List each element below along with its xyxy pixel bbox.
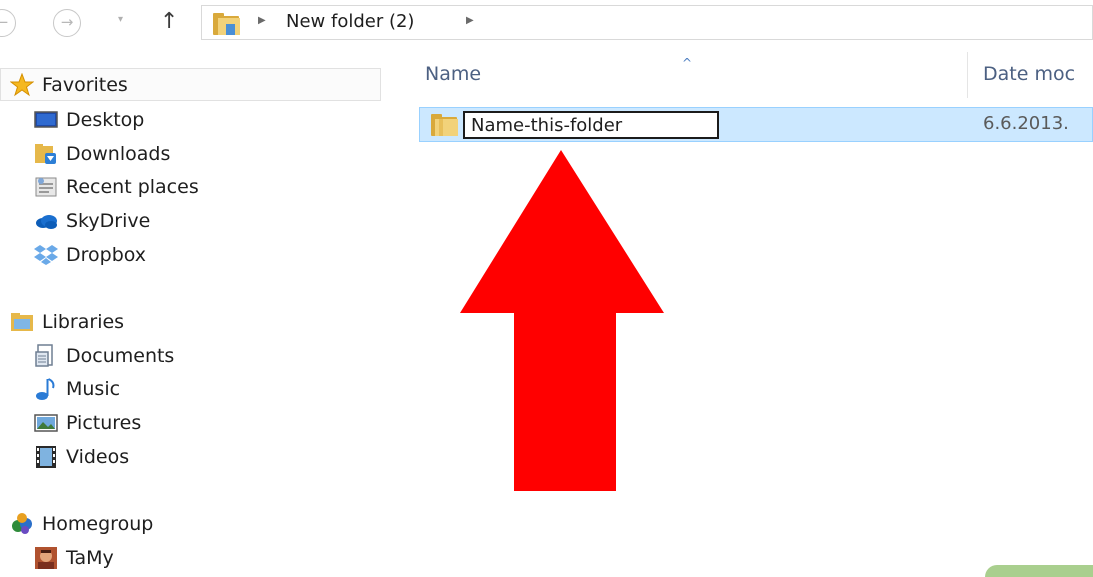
libraries-icon bbox=[10, 310, 34, 334]
nav-item-label: Recent places bbox=[66, 176, 199, 198]
back-button[interactable]: ← bbox=[0, 9, 16, 37]
nav-item-pictures[interactable]: Pictures bbox=[34, 408, 141, 438]
breadcrumb-chevron-icon[interactable]: ▶ bbox=[258, 15, 266, 26]
nav-libraries-label: Libraries bbox=[42, 311, 125, 333]
nav-item-documents[interactable]: Documents bbox=[34, 341, 174, 371]
file-row-selected[interactable]: 6.6.2013. bbox=[419, 107, 1093, 142]
pictures-icon bbox=[34, 411, 58, 435]
nav-item-label: Videos bbox=[66, 446, 130, 468]
folder-icon bbox=[212, 12, 242, 40]
nav-item-label: Downloads bbox=[66, 143, 171, 165]
nav-favorites-label: Favorites bbox=[42, 74, 128, 96]
sort-ascending-icon[interactable]: ^ bbox=[682, 56, 692, 70]
breadcrumb-current-folder[interactable]: New folder (2) bbox=[286, 11, 414, 32]
nav-favorites[interactable]: Favorites bbox=[10, 70, 128, 100]
address-toolbar: ← → ▾ ↑ ▶ New folder (2) ▶ bbox=[0, 0, 1093, 52]
watermark-corner bbox=[985, 565, 1093, 577]
chevron-down-icon: ▾ bbox=[118, 14, 124, 25]
nav-item-label: TaMy bbox=[66, 547, 114, 569]
breadcrumb-chevron-icon[interactable]: ▶ bbox=[466, 15, 474, 26]
back-arrow-icon: ← bbox=[0, 13, 9, 31]
homegroup-icon bbox=[10, 512, 34, 536]
nav-homegroup[interactable]: Homegroup bbox=[10, 509, 153, 539]
nav-item-music[interactable]: Music bbox=[34, 374, 120, 404]
nav-item-recent-places[interactable]: Recent places bbox=[34, 172, 199, 202]
column-header-name[interactable]: Name bbox=[425, 63, 481, 85]
nav-libraries[interactable]: Libraries bbox=[10, 307, 124, 337]
nav-item-tamy[interactable]: TaMy bbox=[34, 543, 114, 573]
videos-icon bbox=[34, 445, 58, 469]
column-header-date-modified[interactable]: Date moc bbox=[983, 63, 1075, 85]
up-arrow-icon: ↑ bbox=[160, 9, 179, 34]
nav-item-videos[interactable]: Videos bbox=[34, 442, 129, 472]
nav-homegroup-label: Homegroup bbox=[42, 513, 154, 535]
nav-item-downloads[interactable]: Downloads bbox=[34, 139, 170, 169]
forward-button[interactable]: → bbox=[53, 9, 81, 37]
folder-icon bbox=[430, 113, 460, 141]
nav-item-label: Music bbox=[66, 378, 121, 400]
user-avatar-icon bbox=[34, 546, 58, 570]
nav-item-skydrive[interactable]: SkyDrive bbox=[34, 206, 150, 236]
dropbox-icon bbox=[34, 243, 58, 267]
music-icon bbox=[34, 377, 58, 401]
star-icon bbox=[10, 73, 34, 97]
documents-icon bbox=[34, 344, 58, 368]
nav-item-label: Pictures bbox=[66, 412, 142, 434]
skydrive-icon bbox=[34, 209, 58, 233]
downloads-icon bbox=[34, 142, 58, 166]
file-date-modified: 6.6.2013. bbox=[983, 113, 1069, 134]
nav-item-label: Dropbox bbox=[66, 244, 147, 266]
forward-arrow-icon: → bbox=[60, 13, 74, 31]
recent-places-icon bbox=[34, 175, 58, 199]
desktop-icon bbox=[34, 108, 58, 132]
red-arrow-annotation bbox=[458, 150, 668, 499]
up-button[interactable]: ↑ bbox=[160, 8, 178, 36]
column-divider[interactable] bbox=[967, 52, 968, 98]
nav-item-label: SkyDrive bbox=[66, 210, 151, 232]
recent-locations-button[interactable]: ▾ bbox=[118, 14, 123, 25]
address-box[interactable]: ▶ New folder (2) ▶ bbox=[201, 5, 1093, 40]
nav-item-label: Documents bbox=[66, 345, 175, 367]
navigation-pane: Favorites Desktop Downloads Recent place… bbox=[0, 52, 385, 577]
folder-rename-input[interactable] bbox=[463, 111, 719, 139]
nav-item-label: Desktop bbox=[66, 109, 145, 131]
nav-item-desktop[interactable]: Desktop bbox=[34, 105, 144, 135]
nav-item-dropbox[interactable]: Dropbox bbox=[34, 240, 146, 270]
